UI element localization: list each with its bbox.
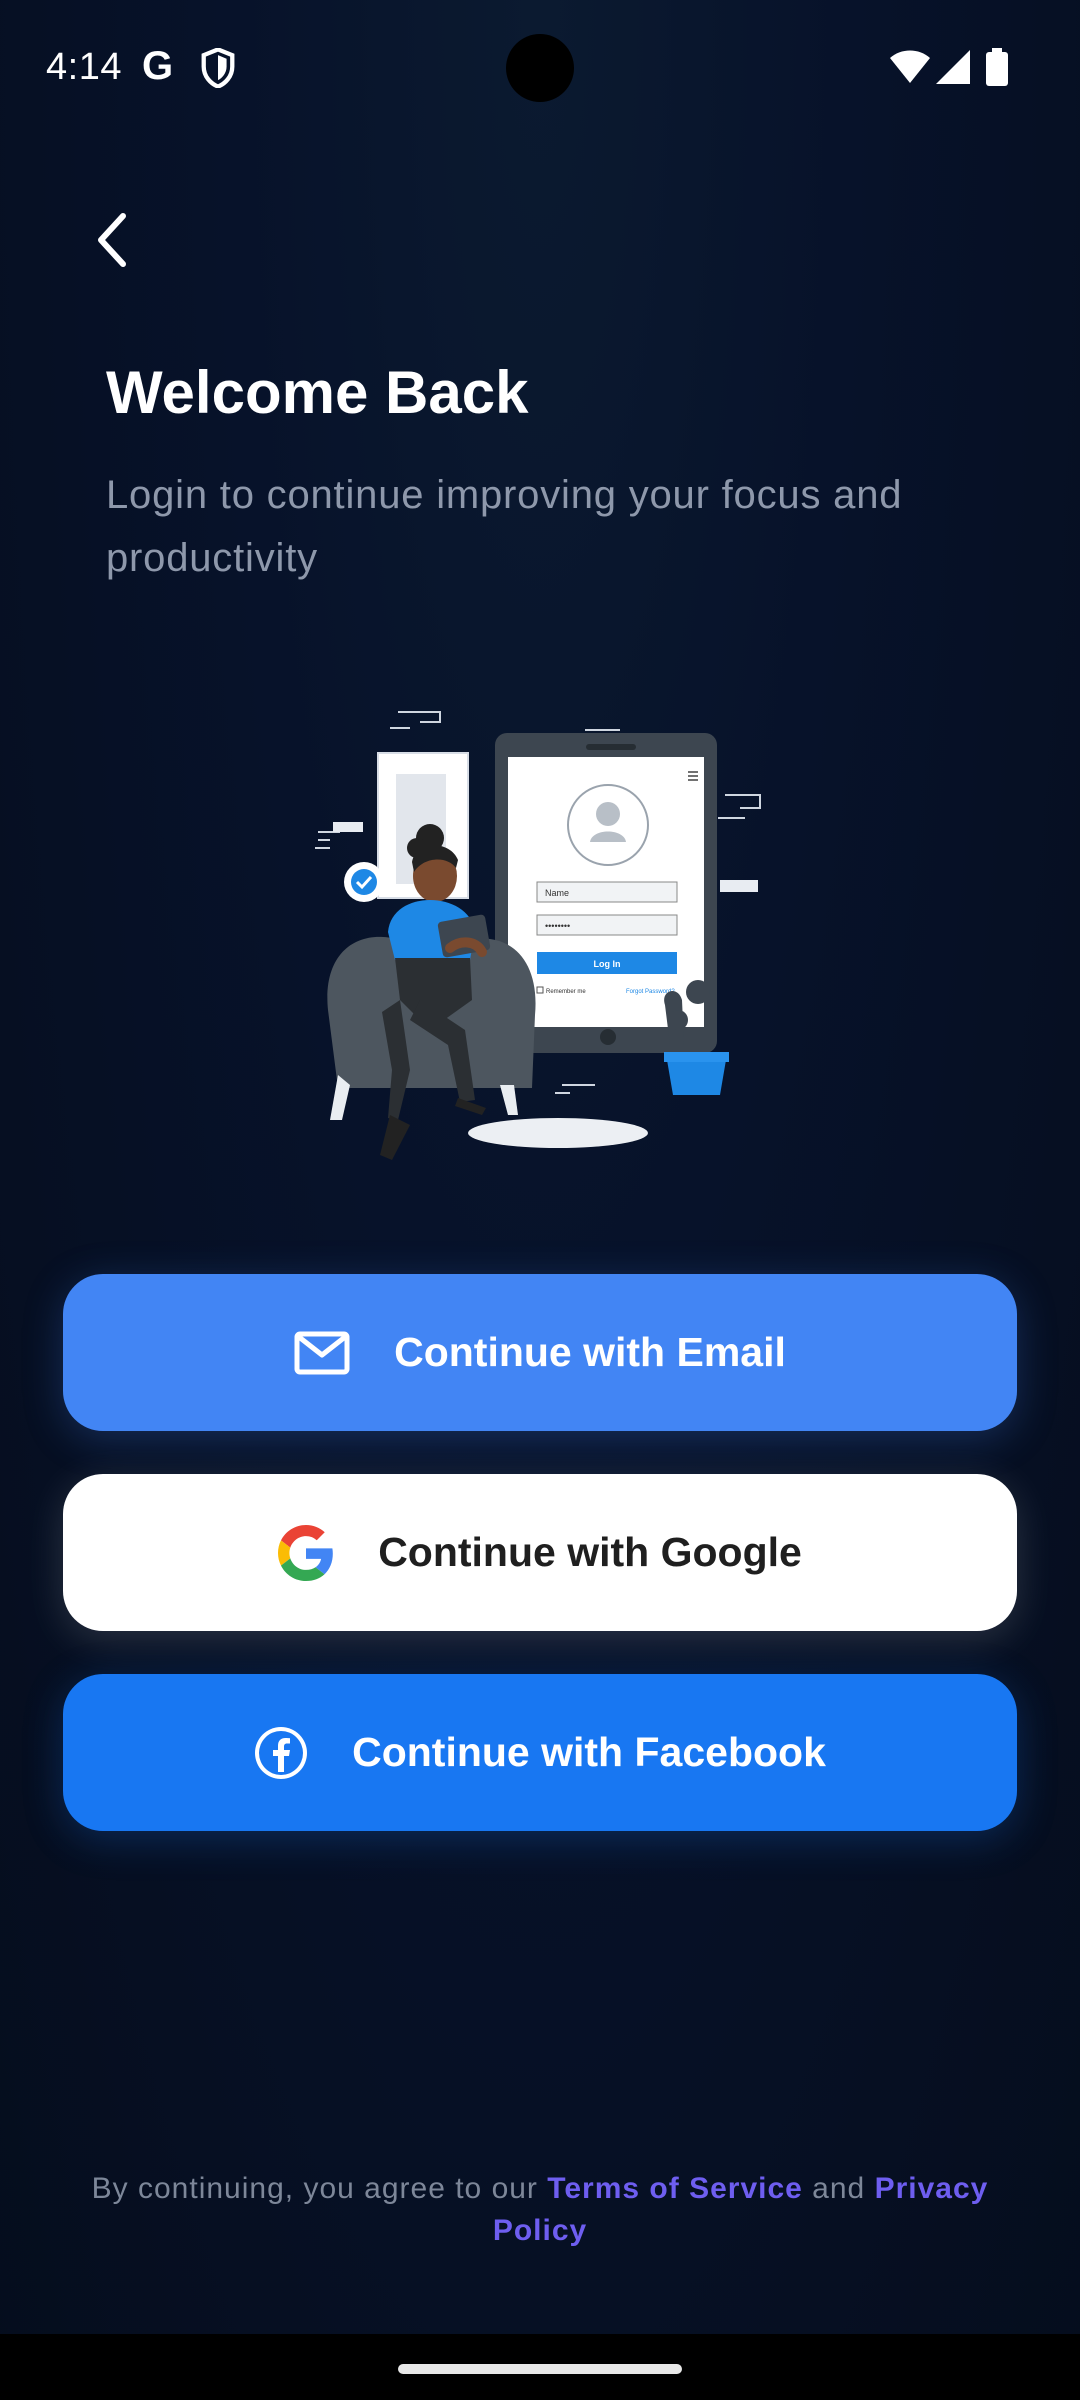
illustration-login-button: Log In bbox=[594, 959, 621, 969]
home-indicator[interactable] bbox=[398, 2364, 682, 2374]
continue-with-email-button[interactable]: Continue with Email bbox=[63, 1274, 1017, 1431]
terms-of-service-link[interactable]: Terms of Service bbox=[547, 2172, 803, 2205]
page-title: Welcome Back bbox=[106, 359, 529, 426]
google-icon: G bbox=[142, 44, 174, 88]
signal-icon bbox=[936, 50, 970, 84]
chevron-left-icon bbox=[98, 213, 126, 267]
facebook-icon bbox=[254, 1726, 308, 1780]
page-subtitle: Login to continue improving your focus a… bbox=[106, 473, 903, 580]
illustration-name-field: Name bbox=[545, 888, 569, 898]
status-bar: 4:14 G bbox=[0, 0, 1080, 136]
google-button-label: Continue with Google bbox=[378, 1529, 802, 1575]
status-time: 4:14 bbox=[46, 46, 122, 88]
back-button[interactable] bbox=[76, 200, 146, 280]
login-illustration: Name •••••••• Log In Remember me Forgot … bbox=[315, 711, 761, 1160]
navigation-bar bbox=[0, 2334, 1080, 2400]
footer-middle: and bbox=[802, 2172, 875, 2205]
camera-cutout bbox=[506, 34, 574, 102]
mail-icon bbox=[294, 1331, 350, 1375]
footer-prefix: By continuing, you agree to our bbox=[91, 2172, 548, 2205]
illustration-remember-me: Remember me bbox=[546, 989, 586, 995]
shield-icon bbox=[201, 48, 235, 88]
continue-with-google-button[interactable]: Continue with Google bbox=[63, 1474, 1017, 1631]
continue-with-facebook-button[interactable]: Continue with Facebook bbox=[63, 1674, 1017, 1831]
wifi-icon bbox=[890, 50, 930, 83]
email-button-label: Continue with Email bbox=[394, 1329, 786, 1375]
battery-icon bbox=[986, 48, 1008, 86]
facebook-button-label: Continue with Facebook bbox=[352, 1729, 826, 1775]
illustration-password-field: •••••••• bbox=[545, 921, 570, 931]
terms-footer: By continuing, you agree to our Terms of… bbox=[70, 2168, 1010, 2252]
google-logo-icon bbox=[278, 1524, 334, 1581]
